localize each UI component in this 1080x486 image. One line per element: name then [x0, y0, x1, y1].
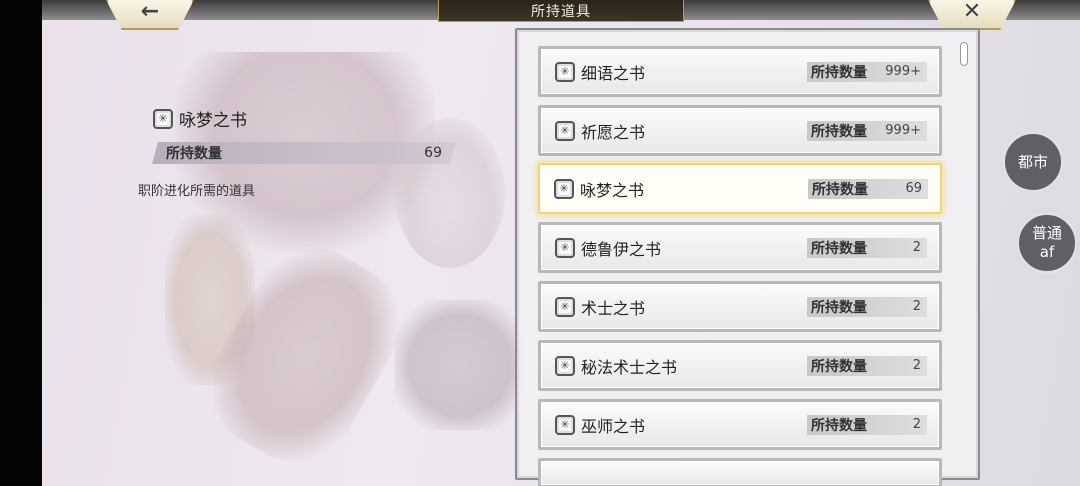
item-count-label: 所持数量 [811, 64, 867, 81]
normal-button-label-line2: af [1039, 243, 1055, 261]
item-count-label: 所持数量 [811, 299, 867, 316]
close-icon: ✕ [962, 0, 982, 24]
item-name: 巫师之书 [581, 416, 646, 436]
list-item-wizard-book[interactable]: ✳ 巫师之书 所持数量 2 [538, 399, 942, 450]
book-icon: ✳ [153, 108, 173, 129]
city-button[interactable]: 都市 [1003, 132, 1063, 192]
item-count-label: 所持数量 [811, 417, 867, 434]
detail-count-label: 所持数量 [166, 146, 222, 162]
detail-header: ✳ 咏梦之书 [153, 106, 247, 131]
book-icon: ✳ [555, 414, 575, 435]
item-name: 秘法术士之书 [581, 357, 678, 377]
item-count-box: 所持数量 69 [808, 178, 928, 199]
detail-count-bar: 所持数量 69 [152, 142, 456, 164]
detail-item-name: 咏梦之书 [179, 111, 247, 131]
item-count-value: 2 [912, 417, 921, 432]
item-count-value: 999+ [885, 64, 921, 79]
list-item-dream-book[interactable]: ✳ 咏梦之书 所持数量 69 [538, 163, 942, 214]
item-name: 祈愿之书 [581, 122, 646, 142]
normal-button-label-line1: 普通 [1031, 224, 1062, 243]
item-name: 德鲁伊之书 [581, 239, 662, 259]
back-arrow-icon: ← [140, 0, 160, 24]
item-count-label: 所持数量 [811, 123, 867, 140]
item-count-value: 2 [912, 299, 921, 314]
item-count-box: 所持数量 2 [807, 237, 927, 258]
item-name: 术士之书 [581, 298, 646, 318]
list-item-partial[interactable] [538, 458, 942, 486]
list-item-whisper-book[interactable]: ✳ 细语之书 所持数量 999+ [538, 46, 942, 97]
item-count-box: 所持数量 2 [807, 414, 927, 435]
item-count-value: 999+ [885, 123, 921, 138]
page-title: 所持道具 [438, 0, 684, 22]
list-item-druid-book[interactable]: ✳ 德鲁伊之书 所持数量 2 [538, 222, 942, 273]
item-count-value: 2 [912, 240, 921, 255]
book-icon: ✳ [555, 296, 575, 317]
book-icon: ✳ [555, 355, 575, 376]
back-button[interactable]: ← [106, 0, 194, 30]
book-icon: ✳ [555, 120, 575, 141]
list-item-warlock-book[interactable]: ✳ 术士之书 所持数量 2 [538, 281, 942, 332]
city-button-label: 都市 [1017, 152, 1048, 171]
item-count-box: 所持数量 2 [807, 355, 927, 376]
item-count-label: 所持数量 [812, 181, 868, 198]
left-black-bar [0, 0, 42, 486]
book-icon: ✳ [555, 61, 575, 82]
close-button[interactable]: ✕ [928, 0, 1016, 30]
item-count-value: 69 [905, 181, 922, 196]
list-item-arcane-warlock-book[interactable]: ✳ 秘法术士之书 所持数量 2 [538, 340, 942, 391]
item-count-value: 2 [912, 358, 921, 373]
list-item-prayer-book[interactable]: ✳ 祈愿之书 所持数量 999+ [538, 105, 942, 156]
background-books-art [395, 300, 525, 430]
detail-description: 职阶进化所需的道具 [138, 184, 256, 199]
item-name: 咏梦之书 [580, 180, 645, 200]
normal-mode-button[interactable]: 普通 af [1017, 213, 1077, 273]
item-count-box: 所持数量 999+ [807, 61, 927, 82]
detail-count-value: 69 [424, 145, 442, 161]
item-count-box: 所持数量 2 [807, 296, 927, 317]
list-scrollbar-thumb[interactable] [960, 42, 968, 66]
item-count-label: 所持数量 [811, 358, 867, 375]
game-screen: ← 所持道具 ✕ ✳ 咏梦之书 所持数量 69 职阶进化所需的道具 ✳ 细语之书… [0, 0, 1080, 486]
background-sack-art [395, 118, 505, 268]
item-count-label: 所持数量 [811, 240, 867, 257]
item-name: 细语之书 [581, 63, 646, 83]
book-icon: ✳ [555, 237, 575, 258]
book-icon: ✳ [554, 178, 574, 199]
item-count-box: 所持数量 999+ [807, 120, 927, 141]
